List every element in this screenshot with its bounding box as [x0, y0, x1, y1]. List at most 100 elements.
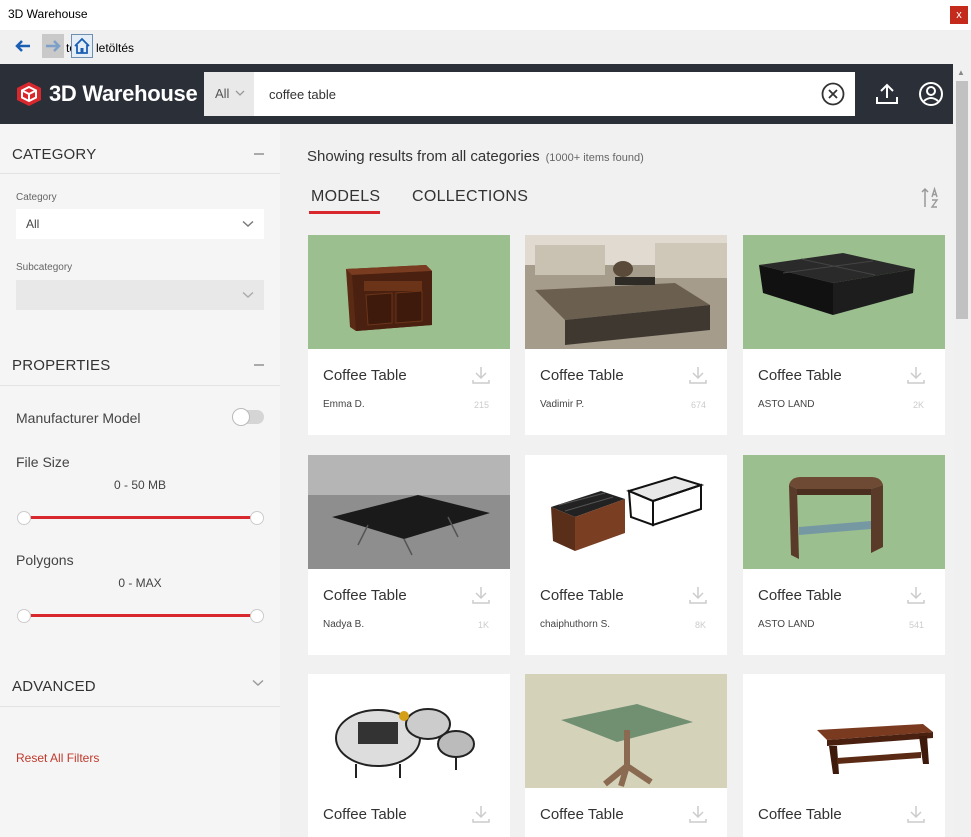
model-author[interactable]: Emma D. — [323, 399, 365, 410]
download-icon — [689, 367, 707, 384]
download-icon — [689, 587, 707, 604]
model-name[interactable]: Coffee Table — [323, 367, 407, 384]
search-bar: All — [204, 72, 855, 116]
divider — [0, 385, 280, 386]
properties-collapse-button[interactable] — [254, 364, 264, 366]
app-header: 3D Warehouse All — [0, 64, 953, 124]
model-card[interactable]: Coffee Table — [743, 674, 945, 837]
model-name[interactable]: Coffee Table — [758, 806, 842, 823]
toggle-knob — [232, 408, 250, 426]
model-name[interactable]: Coffee Table — [323, 587, 407, 604]
search-scope-select[interactable]: All — [204, 72, 254, 116]
scrollbar-thumb[interactable] — [956, 81, 968, 319]
model-thumbnail[interactable] — [525, 235, 727, 349]
model-name[interactable]: Coffee Table — [540, 806, 624, 823]
arrow-right-icon — [46, 40, 61, 52]
download-icon — [472, 587, 490, 604]
category-select[interactable]: All — [16, 209, 264, 239]
model-card[interactable]: Coffee Table Nadya B. 1K — [308, 455, 510, 655]
download-icon — [907, 806, 925, 823]
chevron-down-icon[interactable] — [252, 679, 264, 687]
chevron-down-icon — [242, 220, 254, 227]
home-button[interactable] — [71, 34, 93, 58]
active-tab-indicator — [309, 211, 380, 214]
model-thumbnail[interactable] — [308, 674, 510, 788]
upload-button[interactable] — [874, 81, 900, 107]
model-thumbnail[interactable] — [743, 235, 945, 349]
file-size-min-handle[interactable] — [17, 511, 31, 525]
properties-heading: PROPERTIES — [12, 357, 111, 374]
account-button[interactable] — [918, 81, 944, 107]
category-select-value: All — [26, 217, 40, 231]
model-name[interactable]: Coffee Table — [540, 587, 624, 604]
polygons-range-value: 0 - MAX — [118, 576, 162, 590]
window-close-button[interactable]: x — [950, 6, 968, 24]
model-name[interactable]: Coffee Table — [758, 587, 842, 604]
page-scrollbar[interactable]: ▲ — [953, 64, 971, 837]
download-button[interactable] — [689, 804, 707, 824]
sort-button[interactable] — [919, 186, 943, 210]
search-scope-label: All — [215, 86, 230, 101]
polygons-min-handle[interactable] — [17, 609, 31, 623]
download-button[interactable] — [689, 365, 707, 385]
tab-models[interactable]: MODELS — [311, 188, 380, 206]
download-button[interactable] — [907, 804, 925, 824]
download-count: 674 — [690, 400, 706, 410]
divider — [0, 706, 280, 707]
download-button[interactable] — [472, 585, 490, 605]
polygons-max-handle[interactable] — [250, 609, 264, 623]
advanced-heading: ADVANCED — [12, 678, 96, 695]
model-name[interactable]: Coffee Table — [540, 367, 624, 384]
download-button[interactable] — [472, 804, 490, 824]
sort-az-icon — [921, 186, 939, 208]
logo[interactable]: 3D Warehouse — [15, 80, 198, 108]
model-card[interactable]: Coffee Table — [525, 674, 727, 837]
download-button[interactable] — [472, 365, 490, 385]
model-author[interactable]: Vadimir P. — [540, 399, 584, 410]
model-thumbnail[interactable] — [525, 455, 727, 569]
forward-button[interactable] — [42, 34, 64, 58]
category-collapse-button[interactable] — [254, 153, 264, 155]
download-button[interactable] — [689, 585, 707, 605]
model-thumbnail[interactable] — [308, 235, 510, 349]
divider — [0, 173, 280, 174]
manufacturer-model-toggle[interactable] — [232, 408, 264, 426]
nav-toolbar: törös letöltés — [0, 30, 971, 64]
model-card[interactable]: Coffee Table ASTO LAND 541 — [743, 455, 945, 655]
download-count: 1K — [477, 620, 489, 630]
clear-search-button[interactable] — [821, 82, 845, 106]
model-thumbnail[interactable] — [743, 674, 945, 788]
search-input[interactable] — [269, 84, 809, 104]
model-author[interactable]: chaiphuthorn S. — [540, 619, 610, 630]
back-button[interactable] — [12, 34, 34, 58]
tab-collections[interactable]: COLLECTIONS — [412, 188, 528, 206]
results-summary: Showing results from all categories (1000… — [307, 148, 644, 165]
model-author[interactable]: ASTO LAND — [758, 619, 815, 630]
arrow-left-icon — [15, 40, 30, 52]
subcategory-select[interactable] — [16, 280, 264, 310]
file-size-slider-track[interactable] — [24, 516, 257, 519]
manufacturer-model-label: Manufacturer Model — [16, 410, 141, 426]
polygons-slider-track[interactable] — [24, 614, 257, 617]
file-size-max-handle[interactable] — [250, 511, 264, 525]
model-card[interactable]: Coffee Table ASTO LAND 2K — [743, 235, 945, 435]
file-size-label: File Size — [16, 454, 70, 470]
model-card[interactable]: Coffee Table chaiphuthorn S. 8K — [525, 455, 727, 655]
model-thumbnail[interactable] — [743, 455, 945, 569]
download-button[interactable] — [907, 585, 925, 605]
download-button[interactable] — [907, 365, 925, 385]
download-icon — [472, 367, 490, 384]
category-heading: CATEGORY — [12, 146, 97, 163]
reset-filters-link[interactable]: Reset All Filters — [16, 751, 99, 765]
model-card[interactable]: Coffee Table Emma D. 215 — [308, 235, 510, 435]
model-card[interactable]: Coffee Table Vadimir P. 674 — [525, 235, 727, 435]
model-thumbnail[interactable] — [308, 455, 510, 569]
model-author[interactable]: Nadya B. — [323, 619, 364, 630]
model-card[interactable]: Coffee Table — [308, 674, 510, 837]
download-icon — [689, 806, 707, 823]
model-name[interactable]: Coffee Table — [323, 806, 407, 823]
model-name[interactable]: Coffee Table — [758, 367, 842, 384]
model-author[interactable]: ASTO LAND — [758, 399, 815, 410]
scroll-up-icon[interactable]: ▲ — [957, 68, 965, 77]
model-thumbnail[interactable] — [525, 674, 727, 788]
